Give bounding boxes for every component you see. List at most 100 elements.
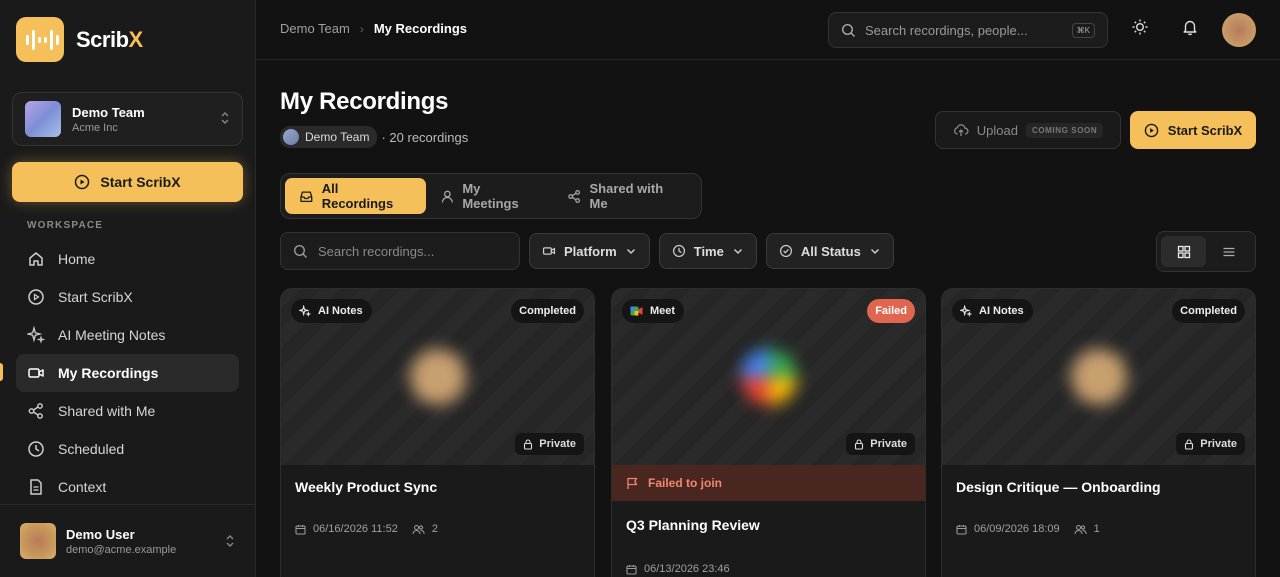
view-toggle	[1156, 231, 1256, 272]
recording-title: Q3 Planning Review	[626, 517, 760, 533]
source-badge: AI Notes	[952, 299, 1033, 323]
list-view-button[interactable]	[1206, 236, 1251, 267]
status-badge: Completed	[511, 299, 584, 323]
search-icon	[841, 23, 855, 37]
workspace-label: WORKSPACE	[27, 220, 104, 231]
upload-button[interactable]: Upload COMING SOON	[935, 111, 1121, 149]
recording-card[interactable]: AI Notes Completed Private Weekly Produc…	[280, 288, 595, 577]
source-badge: Meet	[622, 299, 685, 323]
grid-icon	[1177, 245, 1190, 258]
play-circle-icon	[1144, 123, 1159, 137]
participants-icon	[1074, 524, 1087, 534]
lock-icon	[855, 438, 864, 450]
search-icon	[293, 244, 307, 258]
theme-toggle-sun-icon[interactable]	[1131, 18, 1149, 36]
chevron-right-icon: ›	[359, 21, 364, 36]
chevron-up-down-icon	[226, 535, 234, 547]
recording-thumbnail: AI Notes Completed Private	[281, 289, 594, 465]
sidebar-item-context[interactable]: Context	[16, 468, 239, 506]
global-search-input[interactable]: Search recordings, people... ⌘K	[828, 12, 1108, 48]
recording-meta: 06/13/2026 23:46	[612, 563, 925, 575]
time-filter[interactable]: Time	[658, 233, 757, 269]
sidebar-item-shared-with-me[interactable]: Shared with Me	[16, 392, 239, 430]
coming-soon-badge: COMING SOON	[1025, 122, 1104, 138]
profile-avatar[interactable]	[1222, 13, 1256, 47]
sidebar-item-scheduled[interactable]: Scheduled	[16, 430, 239, 468]
active-nav-marker	[0, 363, 3, 381]
list-icon	[1223, 247, 1234, 256]
recording-meta: 06/16/2026 11:52 2	[281, 523, 594, 535]
sparkles-icon	[299, 305, 311, 317]
recordings-search-input[interactable]: Search recordings...	[280, 232, 520, 270]
source-logo-icon	[1070, 349, 1127, 405]
grid-view-button[interactable]	[1161, 236, 1206, 267]
sidebar-nav: Home Start ScribX AI Meeting Notes My Re…	[16, 240, 239, 506]
play-circle-icon	[75, 174, 90, 190]
user-avatar	[20, 523, 56, 559]
breadcrumb-team[interactable]: Demo Team	[280, 21, 350, 36]
sidebar-start-button[interactable]: Start ScribX	[12, 162, 243, 202]
team-avatar	[25, 101, 61, 137]
cloud-upload-icon	[953, 124, 969, 136]
failure-notice: Failed to join	[612, 465, 925, 501]
user-menu[interactable]: Demo User demo@acme.example	[0, 504, 255, 577]
recording-thumbnail: AI Notes Completed Private	[942, 289, 1255, 465]
notifications-bell-icon[interactable]	[1181, 18, 1199, 36]
logo-waveform-icon	[16, 17, 64, 62]
user-icon	[441, 190, 453, 202]
sidebar-item-ai-meeting-notes[interactable]: AI Meeting Notes	[16, 316, 239, 354]
share-icon	[568, 189, 580, 203]
privacy-badge[interactable]: Private	[846, 433, 915, 455]
clock-icon	[672, 244, 685, 258]
play-circle-icon	[28, 289, 44, 305]
team-switcher[interactable]: Demo Team Acme Inc	[12, 92, 243, 146]
calendar-icon	[956, 524, 967, 535]
calendar-icon	[626, 564, 637, 575]
page-meta: Demo Team · 20 recordings	[280, 126, 468, 148]
chevron-down-icon	[870, 248, 879, 255]
app-logo[interactable]: ScribX	[16, 17, 143, 62]
document-icon	[30, 479, 42, 495]
shortcut-badge: ⌘K	[1071, 22, 1095, 38]
privacy-badge[interactable]: Private	[515, 433, 584, 455]
lock-icon	[1185, 438, 1194, 450]
team-chip[interactable]: Demo Team	[280, 126, 378, 148]
home-icon	[29, 252, 43, 266]
sidebar-item-home[interactable]: Home	[16, 240, 239, 278]
chevron-up-down-icon	[220, 111, 230, 127]
recording-card[interactable]: Meet Failed Private Failed to join Q3 Pl…	[611, 288, 926, 577]
team-name: Demo Team	[72, 104, 145, 120]
sparkles-icon	[27, 326, 45, 344]
filter-bar: Search recordings... Platform Time All S…	[280, 232, 894, 270]
recordings-tabs: All Recordings My Meetings Shared with M…	[280, 173, 702, 219]
recording-title: Weekly Product Sync	[295, 479, 438, 495]
inbox-icon	[300, 190, 313, 202]
flag-icon	[627, 477, 638, 489]
chevron-down-icon	[626, 248, 635, 255]
team-chip-avatar	[283, 129, 299, 145]
recording-title: Design Critique — Onboarding	[956, 479, 1161, 495]
topbar: Demo Team › My Recordings Search recordi…	[256, 0, 1280, 60]
platform-filter[interactable]: Platform	[529, 233, 650, 269]
check-circle-icon	[779, 244, 792, 258]
status-filter[interactable]: All Status	[765, 233, 894, 269]
status-badge: Completed	[1172, 299, 1245, 323]
sidebar: ScribX Demo Team Acme Inc Start ScribX W…	[0, 0, 256, 577]
recording-card[interactable]: AI Notes Completed Private Design Critiq…	[941, 288, 1256, 577]
sidebar-item-my-recordings[interactable]: My Recordings	[16, 354, 239, 392]
sidebar-item-start-scribx[interactable]: Start ScribX	[16, 278, 239, 316]
google-meet-logo-icon	[740, 349, 797, 405]
tab-all-recordings[interactable]: All Recordings	[285, 178, 426, 214]
team-org: Acme Inc	[72, 121, 118, 134]
user-name: Demo User	[66, 526, 135, 542]
status-badge: Failed	[867, 299, 915, 323]
tab-my-meetings[interactable]: My Meetings	[426, 178, 553, 214]
recording-meta: 06/09/2026 18:09 1	[942, 523, 1255, 535]
start-scribx-button[interactable]: Start ScribX	[1130, 111, 1256, 149]
participants-icon	[412, 524, 425, 534]
privacy-badge[interactable]: Private	[1176, 433, 1245, 455]
share-icon	[28, 403, 43, 419]
source-logo-icon	[409, 349, 466, 405]
tab-shared-with-me[interactable]: Shared with Me	[553, 178, 697, 214]
app-name: ScribX	[76, 26, 143, 52]
